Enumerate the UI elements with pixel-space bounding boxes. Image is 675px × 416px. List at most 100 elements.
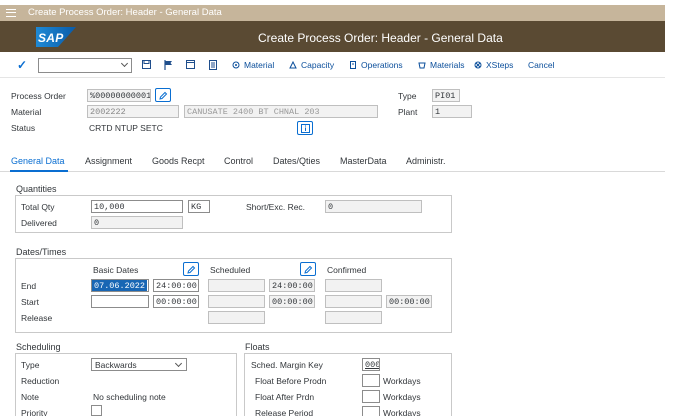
sched-type-label: Type — [21, 360, 40, 370]
margin-key-input[interactable]: 000 — [362, 358, 380, 371]
page-title: Create Process Order: Header - General D… — [258, 31, 503, 45]
window-menu-icon[interactable] — [6, 9, 16, 17]
scheduling-title: Scheduling — [16, 342, 61, 352]
tab-general-data[interactable]: General Data — [11, 156, 65, 166]
unit-input[interactable]: KG — [188, 200, 210, 213]
active-tab-indicator — [10, 170, 68, 172]
release-confirmed-date-field — [325, 311, 382, 324]
status-info-button[interactable] — [297, 121, 313, 135]
xsteps-button[interactable]: XSteps — [474, 60, 513, 70]
end-scheduled-date-field — [208, 279, 265, 292]
window-title-bar: Create Process Order: Header - General D… — [0, 5, 665, 21]
status-value: CRTD NTUP SETC — [89, 123, 163, 133]
float-after-unit: Workdays — [383, 392, 421, 402]
application-toolbar: ✓ Material Capacity Operations Materials… — [0, 52, 665, 78]
tab-strip: General Data Assignment Goods Recpt Cont… — [0, 151, 665, 172]
capacity-button[interactable]: Capacity — [289, 60, 334, 70]
confirmed-label: Confirmed — [327, 265, 367, 275]
start-label: Start — [21, 297, 39, 307]
materials-button-label: Materials — [430, 60, 465, 70]
cancel-button[interactable]: Cancel — [528, 60, 554, 70]
pencil-icon — [159, 91, 168, 100]
delivered-label: Delivered — [21, 218, 57, 228]
tab-assignment[interactable]: Assignment — [85, 156, 132, 166]
display-icon[interactable] — [186, 60, 195, 70]
short-exc-label: Short/Exc. Rec. — [246, 202, 306, 212]
material-label: Material — [11, 107, 42, 117]
tab-control[interactable]: Control — [224, 156, 253, 166]
shell-header: SAP Create Process Order: Header - Gener… — [0, 21, 665, 52]
materials-button[interactable]: Materials — [418, 60, 464, 70]
material-button[interactable]: Material — [232, 60, 274, 70]
end-label: End — [21, 281, 37, 291]
float-before-unit: Workdays — [383, 376, 421, 386]
note-value: No scheduling note — [93, 392, 166, 402]
total-qty-input[interactable]: 10,000 — [91, 200, 183, 213]
release-period-unit: Workdays — [383, 408, 421, 416]
order-type-field: PI01 — [432, 89, 460, 102]
chevron-down-icon[interactable] — [120, 59, 129, 68]
quantities-title: Quantities — [16, 184, 57, 194]
total-qty-label: Total Qty — [21, 202, 55, 212]
material-number-field: 2002222 — [87, 105, 179, 118]
float-before-label: Float Before Prodn — [255, 376, 327, 386]
basic-dates-label: Basic Dates — [93, 265, 139, 275]
material-button-label: Material — [244, 60, 275, 70]
release-period-label: Release Period — [255, 408, 314, 416]
order-header: Process Order %00000000001 Material 2002… — [0, 79, 665, 141]
operations-button-label: Operations — [361, 60, 403, 70]
delivered-field: 0 — [91, 216, 183, 229]
scheduled-label: Scheduled — [210, 265, 251, 275]
floats-title: Floats — [245, 342, 270, 352]
end-scheduled-time-field: 24:00:00 — [269, 279, 315, 292]
capacity-icon — [289, 60, 297, 69]
tab-masterdata[interactable]: MasterData — [340, 156, 387, 166]
start-confirmed-date-field — [325, 295, 382, 308]
edit-basic-dates-button[interactable] — [183, 262, 199, 276]
status-label: Status — [11, 123, 36, 133]
edit-scheduled-button[interactable] — [300, 262, 316, 276]
priority-label: Priority — [21, 408, 48, 416]
type-label: Type — [398, 91, 417, 101]
check-icon[interactable]: ✓ — [17, 58, 27, 72]
document-icon[interactable] — [209, 60, 218, 70]
process-order-field: %00000000001 — [87, 89, 151, 102]
release-period-input[interactable] — [362, 406, 380, 416]
tab-administr[interactable]: Administr. — [406, 156, 446, 166]
pencil-icon — [304, 265, 313, 274]
reduction-label: Reduction — [21, 376, 60, 386]
tab-goods-recpt[interactable]: Goods Recpt — [152, 156, 205, 166]
float-after-input[interactable] — [362, 390, 380, 403]
start-basic-time-input[interactable]: 00:00:00 — [153, 295, 199, 308]
note-label: Note — [21, 392, 39, 402]
dates-times-title: Dates/Times — [16, 247, 67, 257]
sap-logo: SAP — [36, 27, 76, 47]
sched-type-value: Backwards — [95, 360, 137, 370]
capacity-button-label: Capacity — [301, 60, 335, 70]
command-field[interactable] — [38, 58, 132, 73]
tab-dates-qties[interactable]: Dates/Qties — [273, 156, 320, 166]
material-description-field: CANUSATE 2400 BT CHNAL 203 — [184, 105, 378, 118]
end-basic-time-input[interactable]: 24:00:00 — [153, 279, 199, 292]
sched-type-select[interactable]: Backwards — [91, 358, 187, 371]
info-icon — [301, 124, 310, 133]
edit-order-button[interactable] — [155, 88, 171, 102]
xsteps-icon — [474, 61, 482, 69]
end-basic-date-input[interactable]: 07.06.2022 — [91, 279, 149, 292]
end-confirmed-date-field — [325, 279, 382, 292]
sap-logo-text: SAP — [38, 31, 64, 45]
float-after-label: Float After Prdn — [255, 392, 315, 402]
flag-icon[interactable] — [164, 60, 173, 70]
start-basic-date-input[interactable] — [91, 295, 149, 308]
chevron-down-icon[interactable] — [174, 359, 183, 368]
save-icon[interactable] — [142, 60, 151, 70]
priority-input[interactable] — [91, 405, 102, 416]
release-scheduled-date-field — [208, 311, 265, 324]
float-before-input[interactable] — [362, 374, 380, 387]
end-basic-date-value: 07.06.2022 — [92, 280, 148, 291]
pencil-icon — [187, 265, 196, 274]
start-confirmed-time-field: 00:00:00 — [386, 295, 432, 308]
margin-key-label: Sched. Margin Key — [251, 360, 323, 370]
xsteps-button-label: XSteps — [486, 60, 514, 70]
operations-button[interactable]: Operations — [349, 60, 403, 70]
